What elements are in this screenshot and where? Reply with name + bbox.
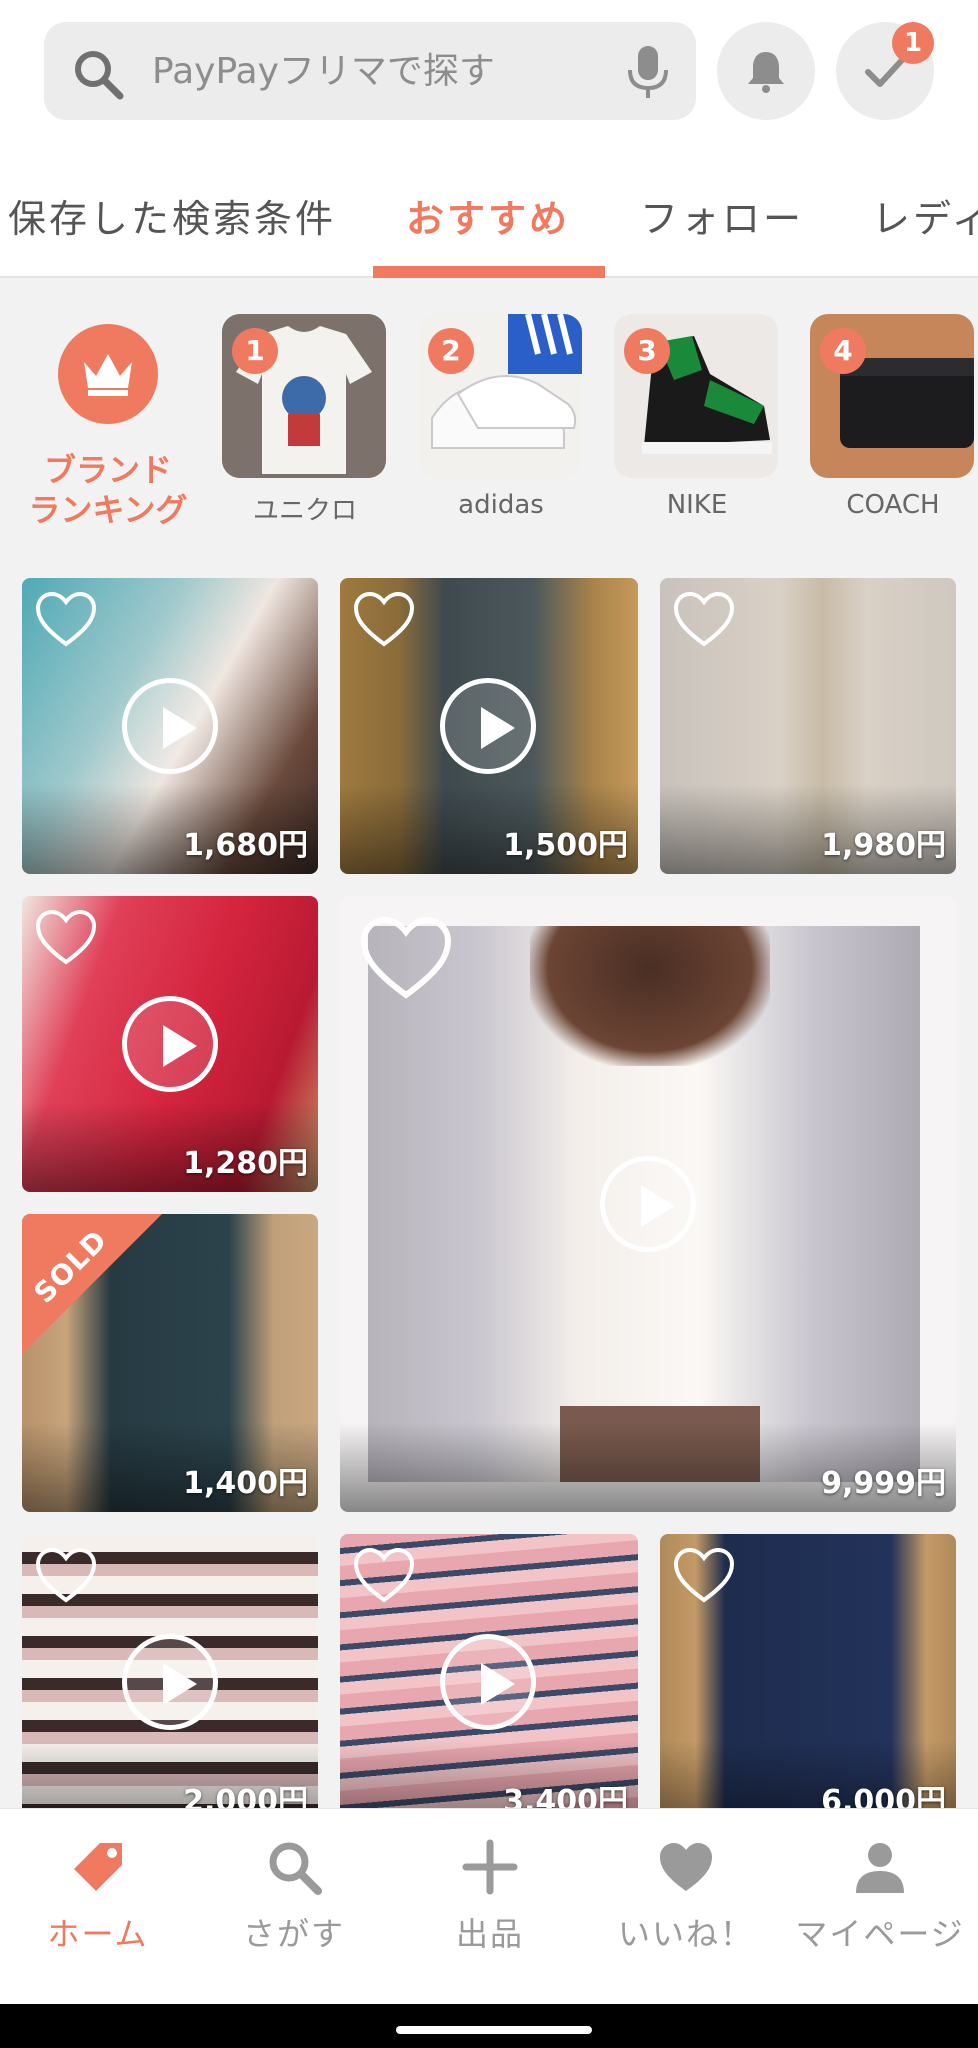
heart-icon[interactable] [34,1546,98,1606]
heart-icon[interactable] [34,908,98,968]
plus-icon [462,1839,518,1895]
product-price: 1,980円 [821,828,946,863]
rank-badge: 4 [820,328,866,374]
hair-shape [530,926,770,1066]
product-card-featured[interactable]: 9,999円 [340,896,956,1512]
heart-icon[interactable] [352,1546,416,1606]
nav-sell[interactable]: 出品 [392,1837,588,1955]
product-card[interactable]: 2,000円 [22,1534,318,1808]
product-price: 1,400円 [183,1466,308,1501]
brand-name: adidas [458,490,544,520]
search-bar[interactable]: PayPayフリマで探す [44,22,696,120]
product-card[interactable]: SOLD 1,400円 [22,1214,318,1512]
brand-thumbnail: 1 [222,314,386,478]
brand-name: ユニクロ [252,496,357,526]
play-video-icon[interactable] [122,996,218,1092]
nav-sell-label: 出品 [455,1915,524,1953]
product-card[interactable]: 1,500円 [340,578,638,874]
sold-label: SOLD [27,1223,114,1310]
heart-icon [660,1843,712,1891]
product-card[interactable]: 1,980円 [660,578,956,874]
tab-saved-searches[interactable]: 保存した検索条件 [8,188,336,243]
bell-icon [748,52,784,93]
play-video-icon[interactable] [600,1156,696,1252]
rank-badge: 2 [428,328,474,374]
person-icon [856,1843,904,1893]
notifications-button[interactable] [717,22,815,120]
product-card[interactable]: 1,680円 [22,578,318,874]
product-price: 1,500円 [503,828,628,863]
play-video-icon[interactable] [122,678,218,774]
search-placeholder: PayPayフリマで探す [152,51,495,92]
product-card[interactable]: 1,280円 [22,896,318,1192]
active-tab-indicator [373,266,605,278]
nav-home-label: ホーム [47,1915,149,1953]
heart-icon[interactable] [352,590,416,650]
brand-item-nike[interactable]: 3 NIKE [614,314,780,520]
brand-item-coach[interactable]: 4 COACH [810,314,976,520]
microphone-icon[interactable] [622,44,674,100]
brand-ranking-label[interactable]: ブランド ランキング [22,450,194,530]
tab-ladies[interactable]: レディ [872,188,978,243]
category-tabs: 保存した検索条件 おすすめ フォロー レディ [0,160,978,278]
brand-thumbnail: 2 [418,314,582,478]
product-price: 1,280円 [183,1146,308,1181]
brand-ranking-label-line2: ランキング [28,491,188,529]
heart-icon[interactable] [672,590,736,650]
product-price: 2,000円 [183,1784,308,1808]
tab-following[interactable]: フォロー [640,188,804,243]
nav-likes[interactable]: いいね！ [588,1837,784,1955]
brand-thumbnail: 4 [810,314,974,478]
search-icon [269,1842,322,1895]
nav-search[interactable]: さがす [196,1837,392,1955]
product-price: 1,680円 [183,828,308,863]
system-navigation-bar [0,2004,978,2048]
product-price: 9,999円 [821,1466,946,1501]
tag-icon [74,1843,122,1891]
brand-ranking-label-line1: ブランド [43,451,172,489]
tab-recommended[interactable]: おすすめ [406,188,570,243]
brand-thumbnail: 3 [614,314,778,478]
nav-mypage-label: マイページ [795,1915,965,1953]
product-price: 6,000円 [821,1784,946,1808]
heart-icon[interactable] [358,914,454,1004]
heart-icon[interactable] [34,590,98,650]
crown-icon [84,354,132,396]
nav-mypage[interactable]: マイページ [782,1837,978,1955]
heart-icon[interactable] [672,1546,736,1606]
play-video-icon[interactable] [440,678,536,774]
product-card[interactable]: 3,400円 [340,1534,638,1808]
product-card[interactable]: 6,000円 [660,1534,956,1808]
brand-ranking-button[interactable] [58,324,158,424]
home-gesture-handle[interactable] [396,2026,592,2034]
brand-name: COACH [846,490,940,520]
feed[interactable]: ブランド ランキング 1 ユニクロ 2 adidas 3 NIKE 4 COAC… [0,278,978,1808]
nav-search-label: さがす [242,1915,345,1953]
nav-home[interactable]: ホーム [0,1837,196,1955]
brand-item-uniqlo[interactable]: 1 ユニクロ [222,314,388,527]
todo-badge: 1 [892,22,934,64]
bottom-navigation: ホーム さがす 出品 いいね！ マイページ [0,1808,978,2004]
play-video-icon[interactable] [122,1634,218,1730]
rank-badge: 3 [624,328,670,374]
rank-badge: 1 [232,328,278,374]
brand-name: NIKE [666,490,728,520]
nav-likes-label: いいね！ [617,1915,754,1953]
search-icon [75,51,124,100]
top-bar: PayPayフリマで探す 1 [0,0,978,140]
product-price: 3,400円 [503,1784,628,1808]
play-video-icon[interactable] [440,1634,536,1730]
brand-item-adidas[interactable]: 2 adidas [418,314,584,520]
sold-banner: SOLD [22,1214,162,1354]
